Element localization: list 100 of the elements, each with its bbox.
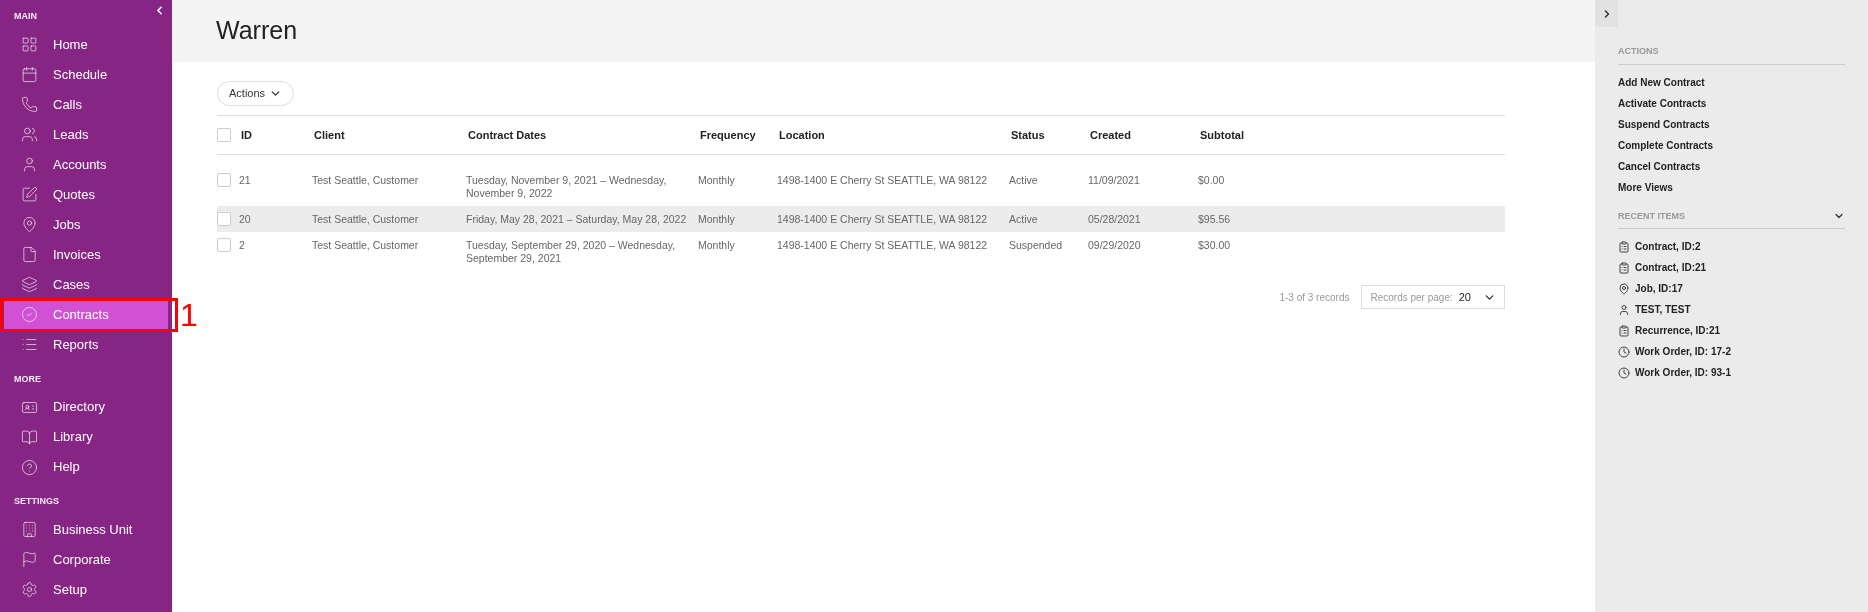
- nav-item[interactable]: Corporate: [4, 544, 168, 575]
- nav-item[interactable]: Home: [4, 29, 168, 60]
- checkbox[interactable]: [217, 238, 231, 252]
- table-cell-text: 20: [239, 212, 252, 226]
- expand-icon[interactable]: [1595, 0, 1618, 27]
- nav-item[interactable]: Cases: [4, 269, 168, 300]
- table-cell-text: Test Seattle, Customer: [312, 173, 420, 187]
- table-cell-text: Active: [1009, 212, 1039, 226]
- table-cell-text: 1498-1400 E Cherry St SEATTLE, WA 98122: [777, 173, 989, 187]
- section-heading: MAIN: [14, 10, 37, 23]
- clock-icon: [1618, 366, 1630, 379]
- pin-icon: [21, 216, 38, 233]
- nav-item[interactable]: Reports: [4, 329, 168, 360]
- recent-item[interactable]: Contract, ID:21: [1618, 260, 1845, 275]
- edit-icon: [21, 186, 38, 203]
- grid-icon: [21, 36, 38, 53]
- table-cell-text: $95.56: [1198, 212, 1232, 226]
- action-link[interactable]: Cancel Contracts: [1618, 158, 1845, 174]
- column-header: Created: [1090, 127, 1132, 143]
- checkbox[interactable]: [217, 212, 231, 226]
- phone-icon: [21, 96, 38, 113]
- table-cell-text: $30.00: [1198, 238, 1232, 252]
- building-icon: [21, 521, 38, 538]
- action-link[interactable]: Complete Contracts: [1618, 137, 1845, 153]
- action-link[interactable]: Activate Contracts: [1618, 95, 1845, 111]
- table-cell-text: 1498-1400 E Cherry St SEATTLE, WA 98122: [777, 212, 989, 226]
- help-icon: [21, 458, 38, 476]
- table-cell-text: Test Seattle, Customer: [312, 238, 420, 252]
- nav-item[interactable]: Setup: [4, 574, 168, 605]
- pin-icon: [1618, 282, 1630, 295]
- nav-item[interactable]: Library: [4, 422, 168, 452]
- book-icon: [21, 428, 38, 446]
- table-cell-text: 11/09/2021: [1088, 173, 1141, 187]
- page-title: Warren: [216, 15, 298, 47]
- table-cell-text: Friday, May 28, 2021 – Saturday, May 28, 2022: [466, 212, 688, 226]
- checkbox[interactable]: [217, 128, 231, 142]
- nav-item[interactable]: Quotes: [4, 179, 168, 210]
- section-heading: RECENT ITEMS: [1618, 209, 1685, 223]
- nav-item[interactable]: Help: [4, 452, 168, 482]
- nav-item[interactable]: Jobs: [4, 209, 168, 240]
- table-cell-text: Tuesday, November 9, 2021 – Wednesday, November 9, 2022: [466, 173, 668, 200]
- table-cell-text: Active: [1009, 173, 1039, 187]
- column-header: Subtotal: [1200, 127, 1245, 143]
- recent-item[interactable]: Job, ID:17: [1618, 281, 1845, 296]
- table-cell-text: 1498-1400 E Cherry St SEATTLE, WA 98122: [777, 238, 989, 252]
- section-heading: SETTINGS: [14, 495, 59, 508]
- nav-item[interactable]: Schedule: [4, 59, 168, 90]
- calendar-icon: [21, 66, 38, 83]
- document-icon: [21, 246, 38, 263]
- table-row[interactable]: 20 Test Seattle, Customer Friday, May 28, 2021 – Saturday, May 28, 2022 Monthly 1498-1400 E Cherry St SEATTLE, WA 98122 Active 05/28/2021 $95.56: [217, 206, 1505, 232]
- column-header: Client: [314, 127, 346, 143]
- column-header: Location: [779, 127, 826, 143]
- action-link[interactable]: Suspend Contracts: [1618, 116, 1845, 132]
- column-header: Status: [1011, 127, 1046, 143]
- checkbox[interactable]: [217, 173, 231, 187]
- column-header: Frequency: [700, 127, 757, 143]
- table-cell-text: Monthly: [698, 238, 736, 252]
- annotation-number: 1: [180, 295, 198, 334]
- nav-item[interactable]: Leads: [4, 119, 168, 150]
- settings-icon: [21, 581, 38, 598]
- table-cell-text: Suspended: [1009, 238, 1064, 252]
- layers-icon: [21, 276, 38, 293]
- nav-item[interactable]: Directory: [4, 392, 168, 422]
- nav-item[interactable]: Business Unit: [4, 514, 168, 545]
- check-circle-icon: [21, 306, 38, 323]
- nav-item[interactable]: Contracts: [4, 299, 168, 330]
- clipboard-icon: [1618, 240, 1630, 253]
- section-heading: MORE: [14, 372, 41, 386]
- action-link[interactable]: Add New Contract: [1618, 74, 1845, 90]
- table-cell-text: $0.00: [1198, 173, 1226, 187]
- section-heading: ACTIONS: [1618, 45, 1845, 65]
- person-icon: [1618, 303, 1630, 316]
- nav-item[interactable]: Accounts: [4, 149, 168, 180]
- list-icon: [21, 336, 38, 353]
- column-header: ID: [241, 127, 253, 143]
- records-summary: 1-3 of 3 records: [1279, 290, 1350, 305]
- records-per-page-select[interactable]: Records per page: 20: [1361, 285, 1505, 309]
- recent-item[interactable]: TEST, TEST: [1618, 302, 1845, 317]
- column-header: Contract Dates: [468, 127, 548, 143]
- nav-item[interactable]: Calls: [4, 89, 168, 120]
- table-cell-text: 09/29/2020: [1088, 238, 1142, 252]
- action-link[interactable]: More Views: [1618, 179, 1845, 195]
- table-cell-text: 05/28/2021: [1088, 212, 1142, 226]
- nav-item[interactable]: Invoices: [4, 239, 168, 270]
- table-cell-text: 2: [239, 238, 246, 252]
- table-cell-text: Monthly: [698, 212, 736, 226]
- clipboard-icon: [1618, 324, 1630, 337]
- flag-icon: [21, 551, 38, 568]
- recent-item[interactable]: Recurrence, ID:21: [1618, 323, 1845, 338]
- recent-item[interactable]: Contract, ID:2: [1618, 239, 1845, 254]
- clock-icon: [1618, 345, 1630, 358]
- person-icon: [21, 156, 38, 173]
- table-cell-text: 21: [239, 173, 252, 187]
- table-cell-text: Monthly: [698, 173, 736, 187]
- recent-item[interactable]: Work Order, ID: 17-2: [1618, 344, 1845, 359]
- table-cell-text: Tuesday, September 29, 2020 – Wednesday, September 29, 2021: [466, 238, 677, 265]
- table-cell-text: Test Seattle, Customer: [312, 212, 420, 226]
- people-icon: [21, 126, 38, 143]
- recent-item[interactable]: Work Order, ID: 93-1: [1618, 365, 1845, 380]
- clipboard-icon: [1618, 261, 1630, 274]
